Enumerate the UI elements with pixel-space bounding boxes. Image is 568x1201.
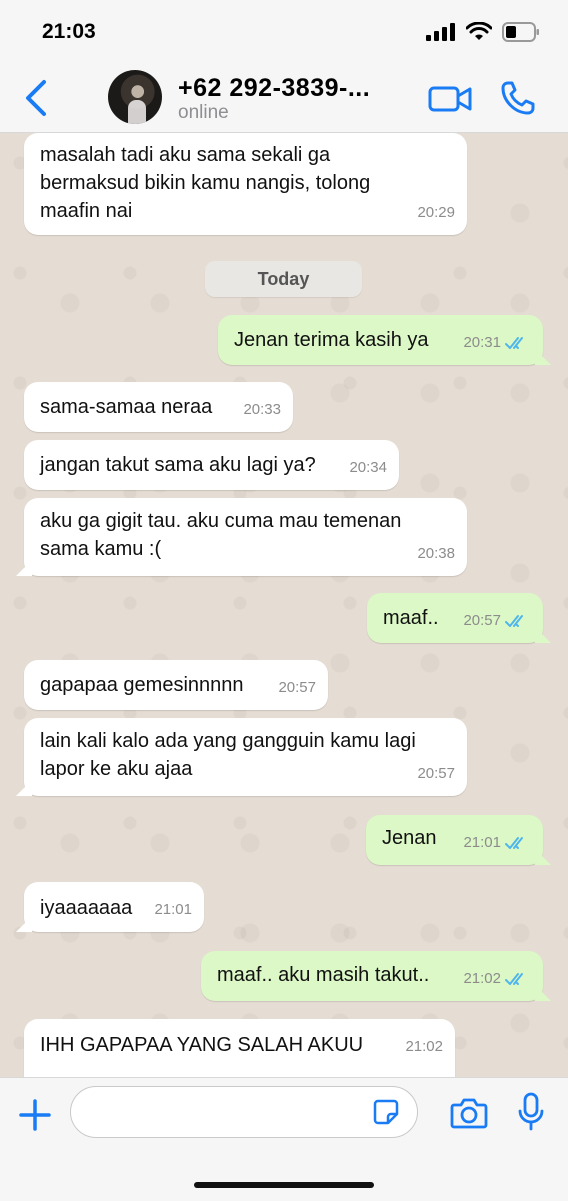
read-receipt-icon [505,837,523,849]
read-receipt-icon [505,615,523,627]
message-meta: 20:34 [349,454,387,482]
message-time: 20:34 [349,459,387,476]
message-time: 21:01 [154,901,192,918]
chat-header: +62 292-3839-... online [0,64,568,133]
date-divider: Today [205,261,362,297]
message-meta: 20:31 [463,329,531,357]
message-bubble-incoming[interactable]: masalah tadi aku sama sekali ga bermaksu… [24,133,467,235]
message-input[interactable] [87,1087,371,1137]
message-bubble-incoming[interactable]: gapapaa gemesinnnnn 20:57 [24,660,328,710]
microphone-icon[interactable] [518,1092,544,1132]
message-text: sama-samaa neraa [40,396,213,418]
message-text: gapapaa gemesinnnnn [40,674,244,696]
message-time: 21:01 [463,834,501,851]
status-bar: 21:03 [0,0,568,64]
message-text: IHH GAPAPAA YANG SALAH AKUU [40,1034,364,1056]
cellular-signal-icon [426,23,455,41]
chat-message-area[interactable]: masalah tadi aku sama sekali ga bermaksu… [0,133,568,1077]
message-time: 21:02 [405,1038,443,1055]
message-bubble-outgoing[interactable]: maaf.. 20:57 [367,593,543,643]
message-meta: 21:01 [154,896,192,924]
message-bubble-outgoing[interactable]: Jenan terima kasih ya 20:31 [218,315,543,365]
message-text: masalah tadi aku sama sekali ga bermaksu… [40,144,371,222]
message-meta: 20:33 [243,396,281,424]
message-time: 20:57 [278,679,316,696]
plus-attach-icon[interactable] [18,1098,52,1132]
message-bubble-incoming[interactable]: lain kali kalo ada yang gangguin kamu la… [24,718,467,796]
message-meta: 20:57 [417,760,455,788]
message-text: jangan takut sama aku lagi ya? [40,454,316,476]
message-time: 20:57 [463,612,501,629]
message-text: lain kali kalo ada yang gangguin kamu la… [40,730,416,780]
message-time: 20:57 [417,765,455,782]
message-meta: 20:57 [278,674,316,702]
back-chevron-icon[interactable] [20,78,54,118]
message-time: 20:33 [243,401,281,418]
wifi-icon [466,22,492,40]
message-meta: 20:29 [417,199,455,227]
contact-avatar[interactable] [108,70,162,124]
message-bubble-outgoing[interactable]: Jenan 21:01 [366,815,543,865]
message-time: 20:38 [417,545,455,562]
home-indicator [194,1182,374,1188]
contact-name[interactable]: +62 292-3839-... [178,74,370,103]
message-bubble-incoming[interactable]: iyaaaaaaa 21:01 [24,882,204,932]
read-receipt-icon [505,337,523,349]
phone-call-icon[interactable] [500,80,536,116]
message-text: aku ga gigit tau. aku cuma mau temenan s… [40,510,402,560]
battery-icon [502,22,539,42]
system-icons [426,22,540,42]
message-time: 20:31 [463,334,501,351]
message-meta: 20:57 [463,607,531,635]
message-bubble-incoming[interactable]: jangan takut sama aku lagi ya? 20:34 [24,440,399,490]
camera-icon[interactable] [450,1096,488,1130]
message-meta: 21:01 [463,829,531,857]
message-meta: 20:38 [417,540,455,568]
message-bubble-outgoing[interactable]: maaf.. aku masih takut.. 21:02 [201,951,543,1001]
message-meta: 21:02 [405,1033,443,1061]
message-bubble-incoming[interactable]: IHH GAPAPAA YANG SALAH AKUU 21:02 [24,1019,455,1077]
contact-status: online [178,102,229,123]
message-input-box[interactable] [70,1086,418,1138]
status-time: 21:03 [42,20,96,43]
read-receipt-icon [505,973,523,985]
message-bubble-incoming[interactable]: sama-samaa neraa 20:33 [24,382,293,432]
message-bubble-incoming[interactable]: aku ga gigit tau. aku cuma mau temenan s… [24,498,467,576]
message-time: 21:02 [463,970,501,987]
sticker-icon[interactable] [373,1099,399,1125]
message-time: 20:29 [417,204,455,221]
video-call-icon[interactable] [428,84,472,114]
message-meta: 21:02 [463,965,531,993]
